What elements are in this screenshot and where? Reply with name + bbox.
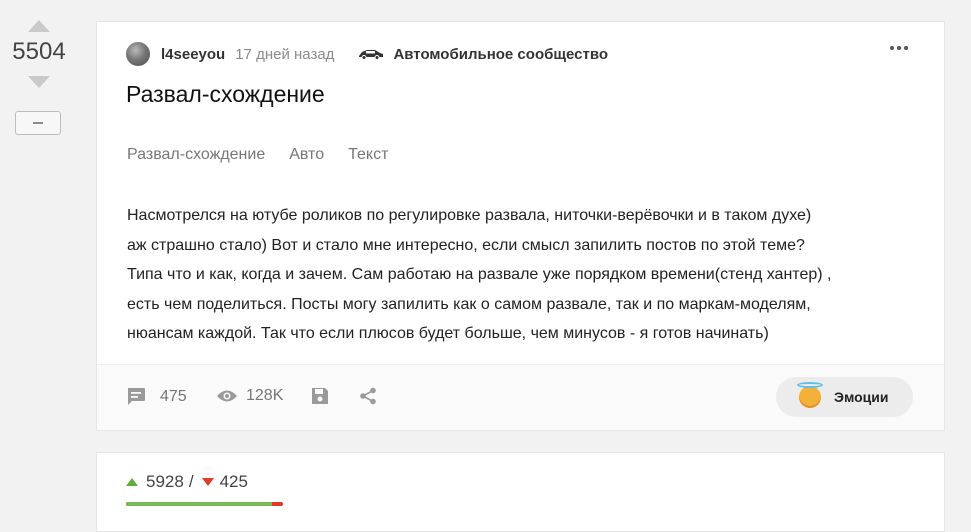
comments-button[interactable]: 475 (126, 387, 187, 406)
body-line: есть чем поделиться. Посты могу запилить… (127, 295, 811, 313)
emotions-label: Эмоции (834, 389, 889, 405)
tag[interactable]: Развал-схождение (127, 146, 265, 164)
post-title[interactable]: Развал-схождение (126, 81, 325, 108)
save-icon (312, 388, 328, 404)
author-name[interactable]: l4seeyou (161, 46, 225, 63)
plus-triangle-icon (126, 478, 138, 486)
vote-counts: 5928 / 425 (126, 472, 248, 492)
post-body: Насмотрелся на ютубе роликов по регулиро… (127, 201, 927, 349)
emotions-button[interactable]: Эмоции (776, 377, 913, 417)
body-line: аж страшно стало) Вот и стало мне интере… (127, 236, 805, 254)
rating-score: 5504 (12, 38, 66, 65)
community-link[interactable]: Автомобильное сообщество (393, 46, 608, 63)
comments-count: 475 (160, 387, 187, 405)
post-footer: 475 128K Эмоции (97, 364, 944, 430)
post-time[interactable]: 17 дней назад (235, 46, 334, 63)
tag[interactable]: Авто (289, 146, 324, 164)
body-line: Типа что и как, когда и зачем. Сам работ… (127, 266, 832, 283)
vote-ratio-fill (126, 502, 273, 506)
upvote-arrow-icon[interactable] (28, 20, 50, 32)
vote-summary-card: 5928 / 425 (96, 452, 945, 532)
body-line: Насмотрелся на ютубе роликов по регулиро… (127, 207, 812, 224)
downvote-arrow-icon[interactable] (28, 76, 50, 88)
vote-separator: / (188, 472, 194, 491)
emotion-icon (797, 382, 823, 408)
post-meta: l4seeyou 17 дней назад Автомобильное соо… (126, 42, 608, 66)
vote-ratio-bar (126, 502, 283, 506)
share-button[interactable] (359, 387, 377, 405)
minus-triangle-icon (201, 478, 214, 486)
save-button[interactable] (311, 387, 329, 405)
car-icon (358, 48, 384, 60)
views-count: 128K (246, 387, 284, 404)
body-line: нюансам каждой. Так что если плюсов буде… (127, 325, 769, 342)
post-card: l4seeyou 17 дней назад Автомобильное соо… (96, 21, 945, 431)
more-icon[interactable] (890, 46, 908, 50)
tag[interactable]: Текст (348, 146, 388, 164)
tag-list: Развал-схождение Авто Текст (127, 146, 388, 164)
plus-count: 5928 (146, 472, 184, 491)
comment-icon (127, 388, 145, 405)
rating-column: 5504 (0, 20, 78, 88)
eye-icon (217, 390, 237, 402)
share-icon (360, 387, 376, 405)
views-counter: 128K (216, 387, 283, 405)
minus-button[interactable] (15, 111, 61, 135)
minus-icon (33, 122, 43, 124)
minus-count: 425 (219, 472, 248, 491)
avatar[interactable] (126, 42, 150, 66)
